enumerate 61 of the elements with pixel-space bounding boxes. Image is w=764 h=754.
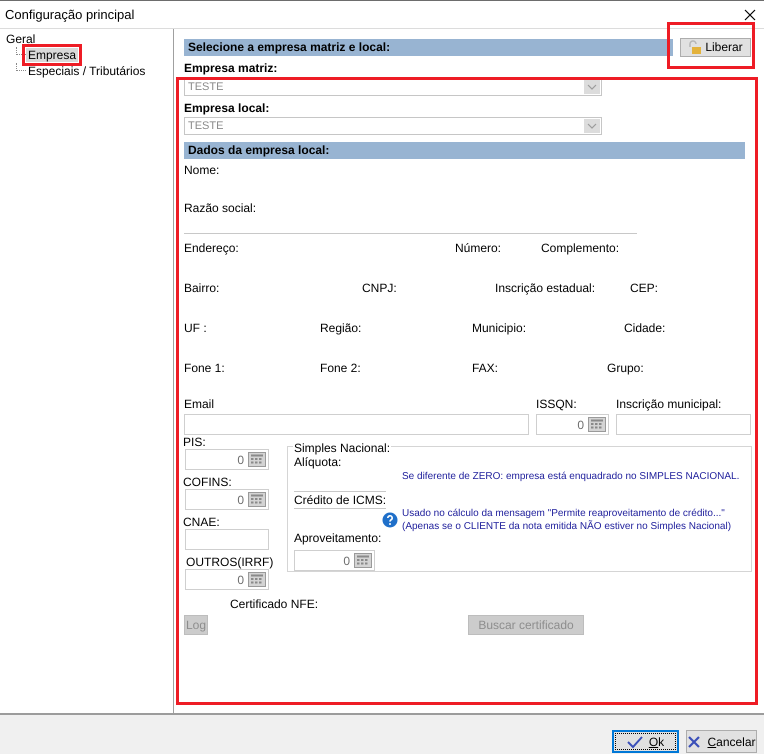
field-label: CNAE: — [183, 516, 221, 529]
tree-item[interactable]: Empresa — [26, 48, 78, 62]
padlock-icon — [688, 40, 702, 54]
number-field[interactable]: 0 — [185, 569, 269, 590]
number-field[interactable]: 0 — [185, 489, 269, 510]
cross-icon — [687, 734, 702, 748]
field-label: OUTROS(IRRF) — [185, 556, 274, 569]
note-text: Usado no cálculo da mensagem "Permite reaproveitamento de crédito..." (Apenas se o CLIENTE da nota emitida NÃO estiver no Simples Nacional) — [402, 507, 732, 533]
note-text: Se diferente de ZERO: empresa está enquadrado no SIMPLES NACIONAL. — [402, 470, 740, 484]
field-label: FAX: — [472, 361, 498, 375]
text-field[interactable] — [184, 414, 529, 435]
field-label: Complemento: — [541, 241, 620, 255]
tree-item[interactable]: Especiais / Tributários — [26, 64, 148, 78]
field-label: Empresa local: — [184, 101, 270, 115]
help-icon — [382, 512, 398, 528]
credit-label: Crédito de ICMS: — [294, 491, 386, 509]
field-label: Aproveitamento: — [294, 530, 378, 547]
checkmark-icon — [626, 734, 643, 748]
field-label: Região: — [320, 321, 362, 335]
field-label: Grupo: — [607, 361, 644, 375]
field-label: Certificado NFE: — [230, 597, 318, 611]
calculator-icon[interactable] — [248, 492, 266, 507]
field-label: Fone 1: — [184, 361, 225, 375]
chevron-down-icon — [584, 80, 600, 94]
field-label: CNPJ: — [362, 281, 397, 295]
section-header: Dados da empresa local: — [184, 142, 745, 159]
field-label: Inscrição estadual: — [495, 281, 596, 295]
field-label: Número: — [455, 241, 502, 255]
calculator-icon[interactable] — [248, 452, 266, 467]
calculator-icon[interactable] — [354, 553, 372, 568]
field-label: Cidade: — [624, 321, 666, 335]
calculator-icon[interactable] — [248, 572, 266, 587]
dialog-button[interactable]: Ok — [612, 730, 679, 753]
field-label: UF : — [184, 321, 207, 335]
tree-item[interactable]: Geral — [4, 32, 38, 46]
calculator-icon[interactable] — [588, 417, 606, 432]
close-icon[interactable] — [744, 8, 756, 20]
chevron-down-icon — [584, 119, 600, 133]
number-field[interactable]: 0 — [294, 550, 375, 571]
field-label: Inscrição municipal: — [616, 397, 722, 411]
field-label: Empresa matriz: — [184, 61, 278, 75]
field-label: Endereço: — [184, 241, 239, 255]
field-label: Fone 2: — [320, 361, 361, 375]
field-label: Alíquota: — [294, 454, 342, 471]
field-label: Email — [184, 397, 216, 411]
field-label: Razão social: — [184, 201, 256, 215]
field-label: ISSQN: — [536, 397, 578, 411]
field-label: CEP: — [630, 281, 658, 295]
window-title: Configuração principal — [5, 6, 134, 24]
number-field[interactable]: 0 — [536, 414, 609, 435]
field-label: Municipio: — [472, 321, 526, 335]
number-field[interactable]: 0 — [185, 449, 269, 470]
text-field[interactable] — [185, 529, 269, 550]
field-label: COFINS: — [183, 476, 233, 489]
dialog-button[interactable]: Cancelar — [686, 730, 757, 753]
section-header: Selecione a empresa matriz e local: — [184, 38, 673, 56]
field-label: Bairro: — [184, 281, 220, 295]
field-label: PIS: — [183, 436, 207, 449]
text-field[interactable] — [616, 414, 751, 435]
unlock-button[interactable]: Liberar — [680, 38, 751, 56]
field-label: Nome: — [184, 163, 220, 177]
